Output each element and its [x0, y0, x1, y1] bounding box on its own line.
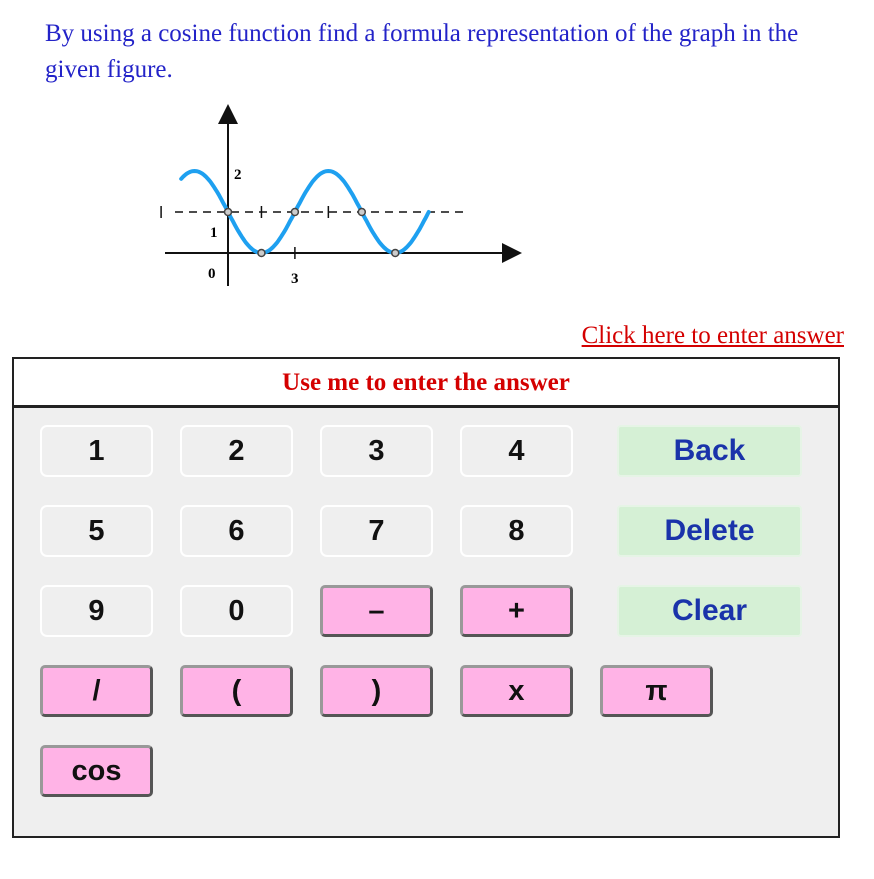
marked-point [223, 207, 233, 217]
question-text: By using a cosine function find a formul… [45, 20, 799, 83]
key-cos-button[interactable]: cos [40, 745, 153, 797]
key-8-button[interactable]: 8 [460, 505, 573, 557]
cosine-graph: 2 1 0 3 [160, 104, 522, 287]
keypad-title: Use me to enter the answer [14, 359, 838, 408]
key-0-button[interactable]: 0 [180, 585, 293, 637]
label-0: 0 [208, 266, 216, 282]
key-5-button[interactable]: 5 [40, 505, 153, 557]
key-clear-button[interactable]: Clear [617, 585, 802, 637]
key-9-button[interactable]: 9 [40, 585, 153, 637]
key-6-button[interactable]: 6 [180, 505, 293, 557]
keypad-panel: Use me to enter the answer 1 2 3 4 Back 5 6 7 8 D… [12, 357, 840, 838]
key-minus-button[interactable]: – [320, 585, 433, 637]
enter-answer-link[interactable]: Click here to enter answer [582, 322, 844, 350]
label-2: 2 [234, 167, 242, 183]
label-3: 3 [291, 271, 299, 287]
marked-point [257, 248, 266, 258]
key-2-button[interactable]: 2 [180, 425, 293, 477]
marked-point [357, 207, 367, 217]
key-pi-button[interactable]: π [600, 665, 713, 717]
key-divide-button[interactable]: / [40, 665, 153, 717]
key-back-button[interactable]: Back [617, 425, 802, 477]
key-3-button[interactable]: 3 [320, 425, 433, 477]
marked-point [290, 207, 300, 217]
key-delete-button[interactable]: Delete [617, 505, 802, 557]
marked-point [391, 248, 400, 258]
key-1-button[interactable]: 1 [40, 425, 153, 477]
key-close-paren-button[interactable]: ) [320, 665, 433, 717]
key-4-button[interactable]: 4 [460, 425, 573, 477]
label-1: 1 [210, 225, 218, 241]
key-open-paren-button[interactable]: ( [180, 665, 293, 717]
key-7-button[interactable]: 7 [320, 505, 433, 557]
key-plus-button[interactable]: + [460, 585, 573, 637]
key-x-button[interactable]: x [460, 665, 573, 717]
